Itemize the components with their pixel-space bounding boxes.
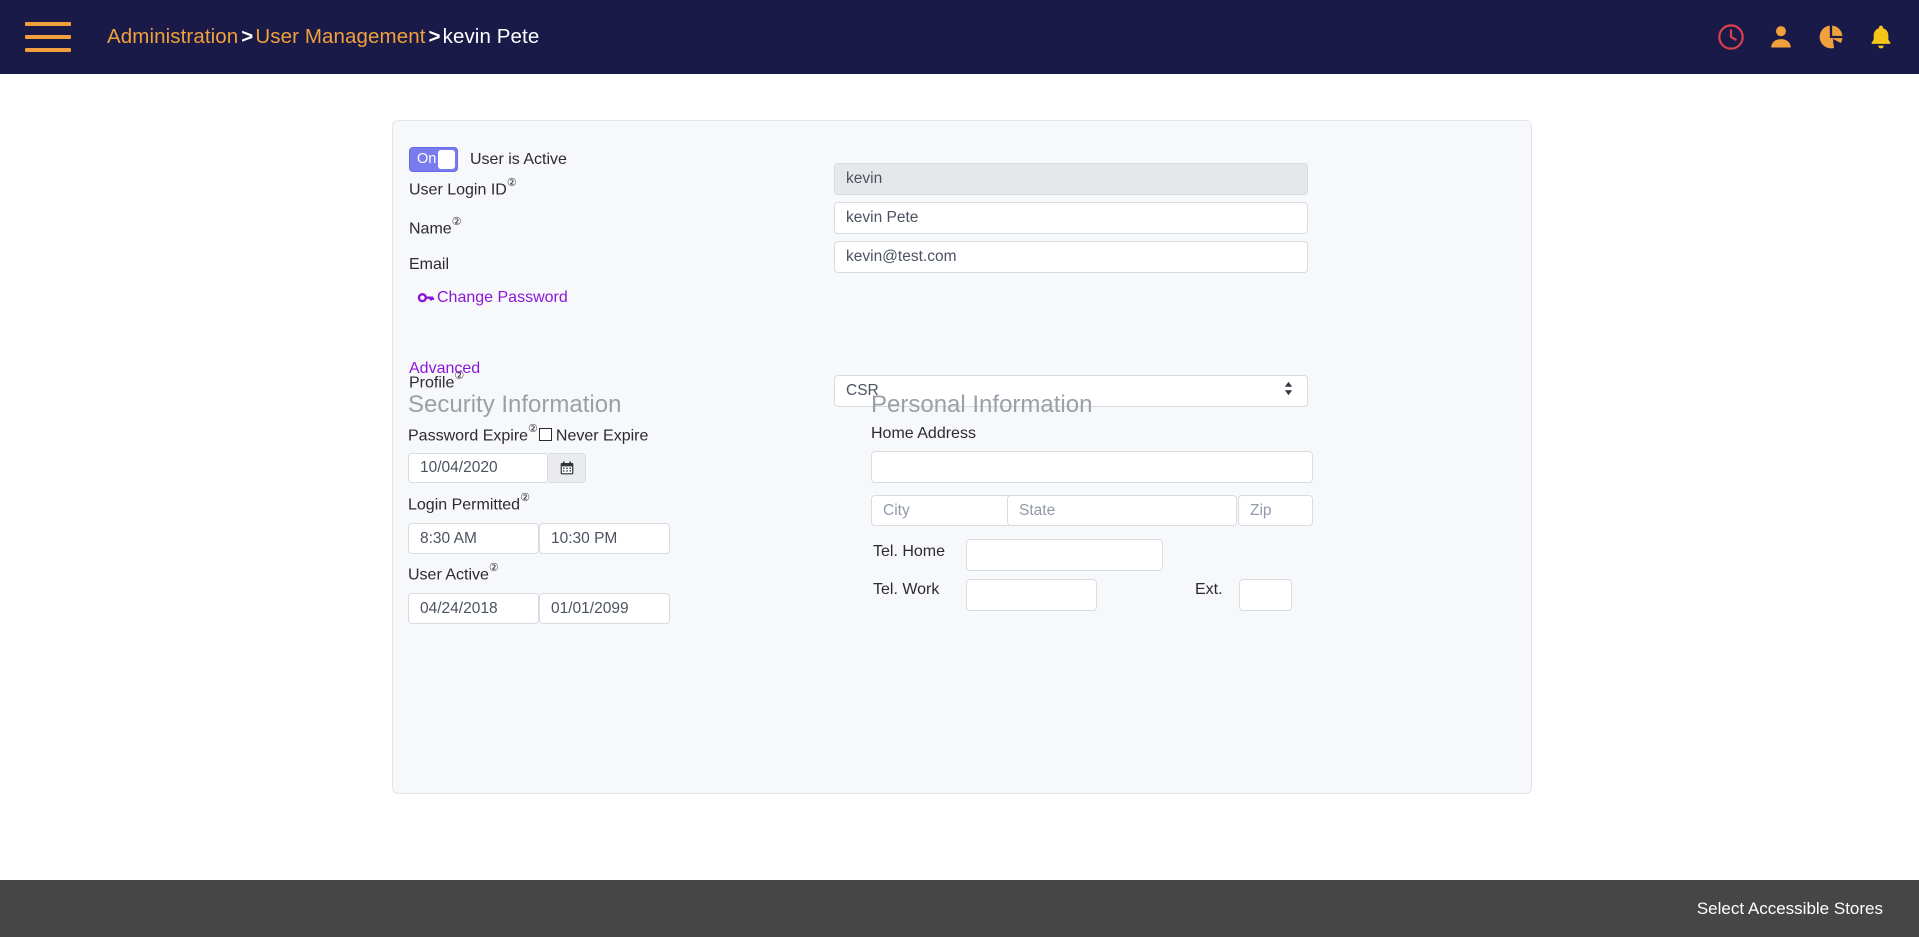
home-address-input[interactable] bbox=[871, 451, 1313, 483]
email-label: Email bbox=[409, 256, 449, 274]
never-expire-checkbox[interactable] bbox=[538, 428, 552, 442]
change-password-label: Change Password bbox=[437, 289, 568, 306]
password-expire-label: Password Expire bbox=[408, 427, 529, 445]
tel-home-label: Tel. Home bbox=[873, 543, 946, 560]
user-is-active-toggle[interactable]: On bbox=[409, 147, 458, 172]
clock-icon[interactable] bbox=[1717, 23, 1745, 51]
email-label-text: Email bbox=[409, 256, 450, 273]
hamburger-bar-3 bbox=[25, 48, 71, 52]
toggle-state-label: On bbox=[417, 151, 437, 168]
name-label-text: Name bbox=[409, 220, 452, 238]
toggle-knob bbox=[438, 150, 455, 169]
ext-input[interactable] bbox=[1239, 579, 1292, 611]
breadcrumb-item-administration[interactable]: Administration bbox=[107, 25, 238, 48]
key-icon bbox=[417, 289, 435, 307]
password-expire-date-input[interactable] bbox=[408, 453, 548, 483]
hamburger-bar-2 bbox=[25, 35, 71, 39]
user-login-id-label-text: User Login ID bbox=[409, 181, 507, 199]
password-expire-help-icon[interactable]: ② bbox=[528, 423, 538, 435]
city-input[interactable] bbox=[871, 495, 1022, 526]
header-icon-group bbox=[1717, 0, 1895, 74]
calendar-icon[interactable] bbox=[548, 453, 586, 483]
login-permitted-label: Login Permitted② bbox=[408, 492, 530, 514]
chevron-updown-icon bbox=[1283, 381, 1294, 402]
tel-work-label: Tel. Work bbox=[873, 581, 940, 598]
state-input[interactable] bbox=[1007, 495, 1237, 526]
pie-chart-icon[interactable] bbox=[1817, 23, 1845, 51]
password-expire-row: Password Expire② Never Expire bbox=[408, 423, 649, 445]
home-address-label: Home Address bbox=[871, 425, 976, 442]
ext-label: Ext. bbox=[1195, 581, 1223, 598]
login-permitted-from-input[interactable] bbox=[408, 523, 539, 554]
user-login-id-input[interactable] bbox=[834, 163, 1308, 195]
name-help-icon[interactable]: ② bbox=[452, 216, 462, 228]
email-input[interactable] bbox=[834, 241, 1308, 273]
user-login-id-help-icon[interactable]: ② bbox=[507, 177, 517, 189]
user-active-label-text: User Active bbox=[408, 566, 489, 584]
tel-home-input[interactable] bbox=[966, 539, 1163, 571]
user-active-toggle-row: On User is Active bbox=[409, 147, 567, 172]
tel-work-input[interactable] bbox=[966, 579, 1097, 611]
breadcrumb-separator-2: > bbox=[428, 25, 441, 48]
user-icon[interactable] bbox=[1767, 23, 1795, 51]
user-detail-card: On User is Active User Login ID② Name② E… bbox=[392, 120, 1532, 794]
login-permitted-to-input[interactable] bbox=[539, 523, 670, 554]
user-active-to-input[interactable] bbox=[539, 593, 670, 624]
breadcrumb-separator-1: > bbox=[241, 25, 254, 48]
zip-input[interactable] bbox=[1238, 495, 1313, 526]
breadcrumb-item-user-management[interactable]: User Management bbox=[255, 25, 425, 48]
user-active-from-input[interactable] bbox=[408, 593, 539, 624]
user-active-label: User Active② bbox=[408, 562, 499, 584]
personal-information-title: Personal Information bbox=[871, 391, 1093, 418]
login-permitted-label-text: Login Permitted bbox=[408, 496, 521, 514]
hamburger-bar-1 bbox=[25, 22, 71, 26]
select-accessible-stores-link[interactable]: Select Accessible Stores bbox=[1697, 899, 1883, 919]
breadcrumb: Administration >User Management >kevin Pet… bbox=[107, 25, 539, 49]
advanced-link[interactable]: Advanced bbox=[409, 360, 480, 378]
login-permitted-help-icon[interactable]: ② bbox=[520, 492, 530, 504]
never-expire-label: Never Expire bbox=[555, 427, 649, 445]
user-active-help-icon[interactable]: ② bbox=[489, 562, 499, 574]
change-password-link[interactable]: Change Password bbox=[417, 289, 568, 307]
name-input[interactable] bbox=[834, 202, 1308, 234]
breadcrumb-current-user: kevin Pete bbox=[442, 25, 540, 48]
user-is-active-label: User is Active bbox=[470, 150, 567, 168]
user-login-id-label: User Login ID② bbox=[409, 177, 517, 199]
name-label: Name② bbox=[409, 216, 462, 238]
top-header-bar: Administration >User Management >kevin Pet… bbox=[0, 0, 1919, 74]
security-information-title: Security Information bbox=[408, 391, 622, 418]
footer-bar: Select Accessible Stores bbox=[0, 880, 1919, 937]
bell-icon[interactable] bbox=[1867, 23, 1895, 51]
hamburger-menu-icon[interactable] bbox=[25, 22, 71, 52]
